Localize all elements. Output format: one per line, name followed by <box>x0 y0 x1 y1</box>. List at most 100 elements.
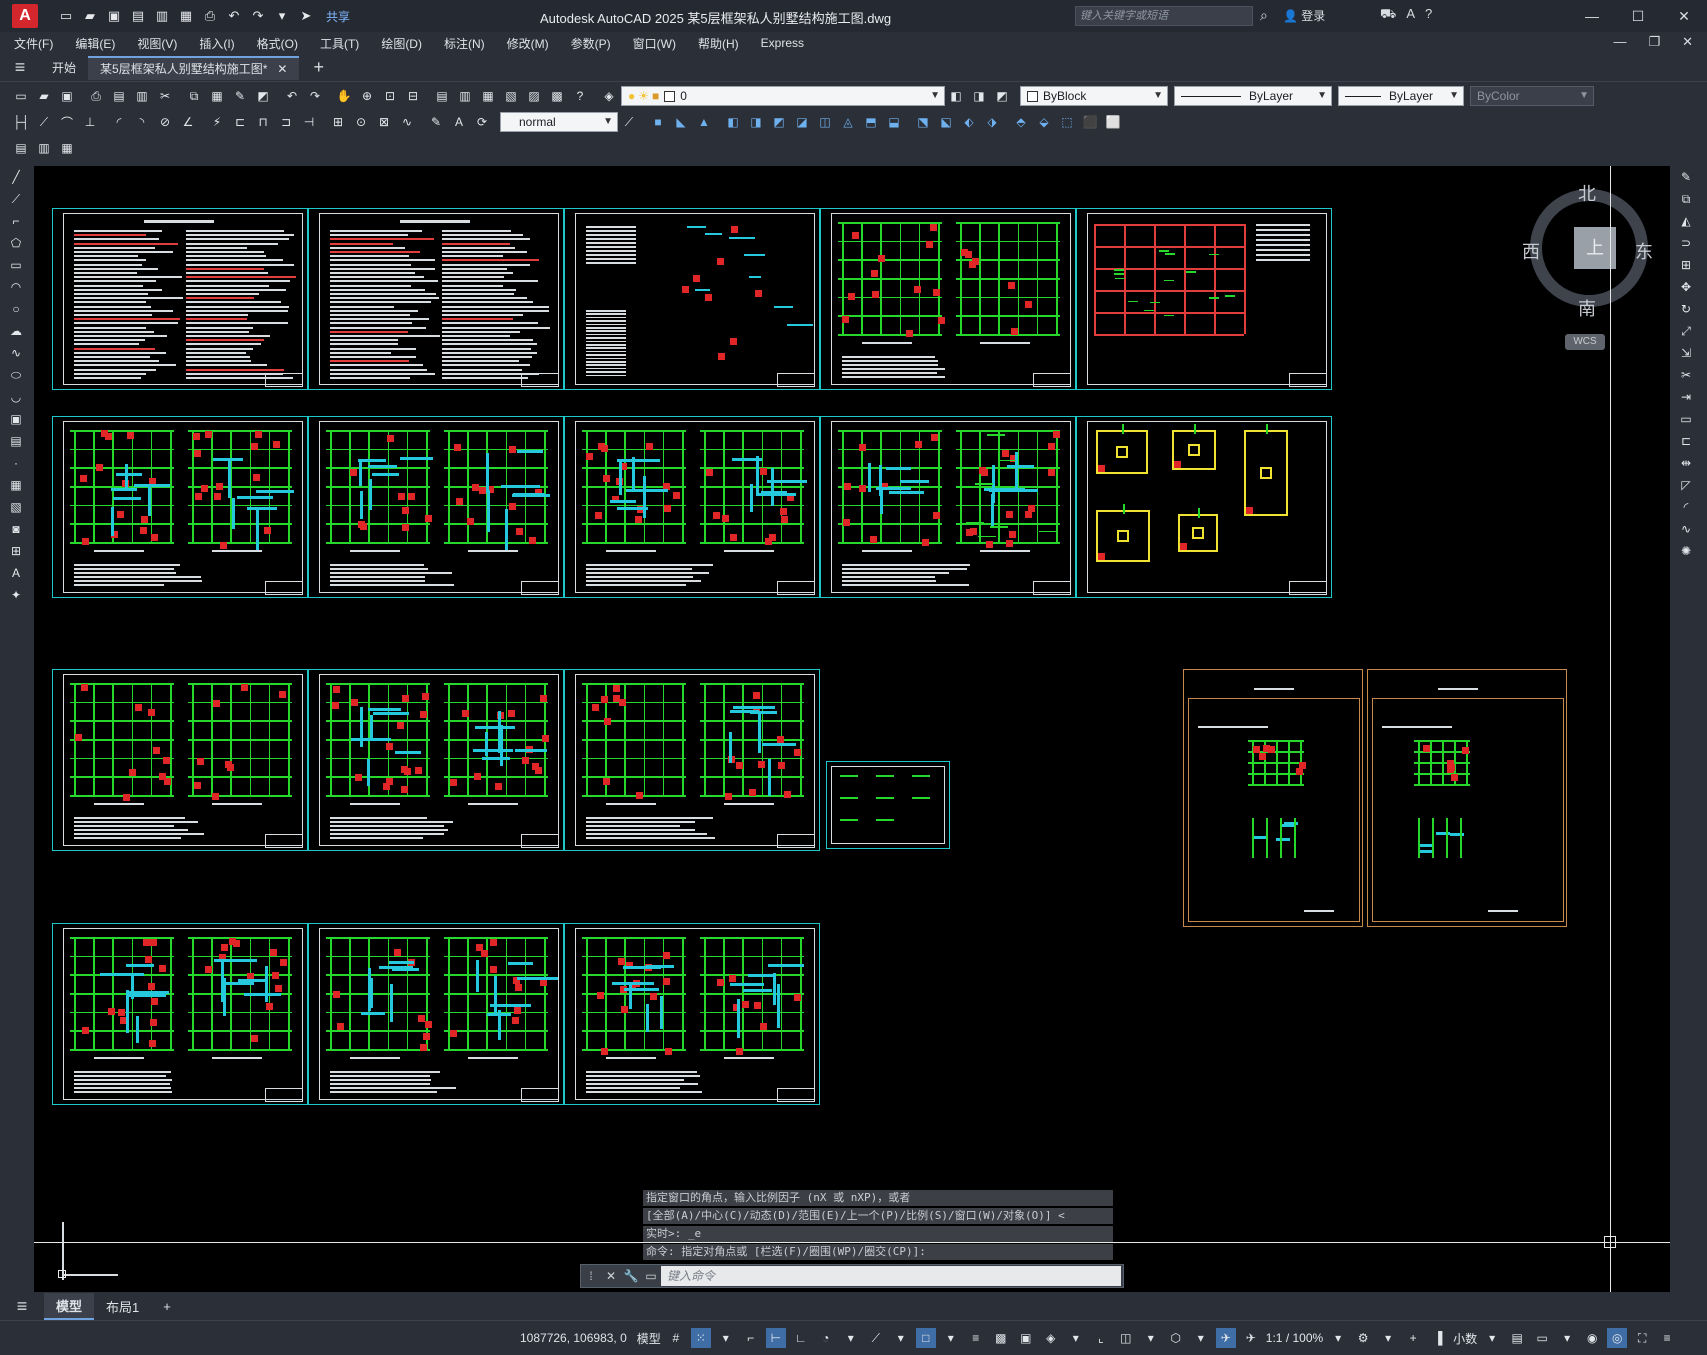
ellipse-arc-tool-icon[interactable]: ◡ <box>6 386 26 408</box>
table-tool-icon[interactable]: ⊞ <box>6 540 26 562</box>
inspection-icon[interactable]: ⊠ <box>373 112 395 132</box>
gradient-tool-icon[interactable]: ▧ <box>6 496 26 518</box>
match-properties-icon[interactable]: ✎ <box>229 86 251 106</box>
align-3d-icon[interactable]: ⬚ <box>1056 112 1078 132</box>
isolate-objects-icon[interactable]: ◉ <box>1582 1328 1602 1348</box>
sheet-set-icon[interactable]: ▧ <box>500 86 522 106</box>
qnew-icon[interactable]: ▭ <box>10 86 32 106</box>
open-icon[interactable]: ▰ <box>80 6 100 26</box>
dim-break-icon[interactable]: ⊣ <box>298 112 320 132</box>
revolve-icon[interactable]: ⬓ <box>883 112 905 132</box>
solid-box-icon[interactable]: ■ <box>647 112 669 132</box>
3d-osnap-icon[interactable]: ◈ <box>1041 1328 1061 1348</box>
open-file-icon[interactable]: ▰ <box>33 86 55 106</box>
snap-icon[interactable]: ⁙ <box>690 1328 711 1348</box>
coordinate-readout[interactable]: 1087726, 106983, 0 <box>520 1331 627 1345</box>
scale-tool-icon[interactable]: ⤢ <box>1676 320 1696 342</box>
rotate-3d-icon[interactable]: ⬙ <box>1033 112 1055 132</box>
doc-minimize-icon[interactable]: — <box>1613 34 1626 50</box>
plot-icon[interactable]: ⎙ <box>200 6 220 26</box>
workspace-gear-icon[interactable]: ⚙ <box>1353 1328 1373 1348</box>
chevron-down-icon[interactable]: ▾ <box>841 1328 861 1348</box>
dim-style-select[interactable]: normal ▼ <box>500 112 618 132</box>
grid-icon[interactable]: # <box>666 1328 686 1348</box>
solid-cone-icon[interactable]: ▲ <box>693 112 715 132</box>
blend-tool-icon[interactable]: ∿ <box>1676 518 1696 540</box>
make-current-icon[interactable]: ◧ <box>945 86 967 106</box>
intersect-icon[interactable]: ◩ <box>768 112 790 132</box>
trim-tool-icon[interactable]: ✂ <box>1676 364 1696 386</box>
preview-icon[interactable]: ▤ <box>108 86 130 106</box>
menu-express[interactable]: Express <box>761 36 804 50</box>
rectangle-tool-icon[interactable]: ▭ <box>6 254 26 276</box>
layer-manager-icon[interactable]: ◈ <box>598 86 620 106</box>
model-space-button[interactable]: 模型 <box>637 1328 661 1348</box>
dim-space-icon[interactable]: ⊐ <box>275 112 297 132</box>
fillet-edge-icon[interactable]: ⬕ <box>935 112 957 132</box>
model-space-canvas[interactable] <box>34 166 1670 1292</box>
aligned-dim-icon[interactable]: ⟋ <box>33 112 55 132</box>
redo-icon[interactable]: ↷ <box>248 6 268 26</box>
ortho-icon[interactable]: ∟ <box>791 1328 811 1348</box>
menu-format[interactable]: 格式(O) <box>257 35 298 52</box>
linear-dim-icon[interactable]: ├┤ <box>10 112 32 132</box>
search-icon[interactable]: ⌕ <box>1260 7 1268 24</box>
dim-text-edit-icon[interactable]: A <box>448 112 470 132</box>
menu-view[interactable]: 视图(V) <box>137 35 177 52</box>
annotation-visibility-icon[interactable]: ✈ <box>1215 1328 1236 1348</box>
tab-model[interactable]: 模型 <box>44 1292 95 1320</box>
selection-filter-icon[interactable]: ◫ <box>1116 1328 1136 1348</box>
dim-update-icon[interactable]: ⟳ <box>471 112 493 132</box>
lineweight-select[interactable]: ByLayer ▼ <box>1338 86 1464 106</box>
annotation-scale-button[interactable]: 1:1 / 100% <box>1266 1328 1323 1348</box>
explode-tool-icon[interactable]: ✺ <box>1676 540 1696 562</box>
chevron-down-icon[interactable]: ▾ <box>1378 1328 1398 1348</box>
menu-help[interactable]: 帮助(H) <box>698 35 739 52</box>
new-tab-icon[interactable]: + <box>313 57 324 78</box>
diameter-dim-icon[interactable]: ⊘ <box>154 112 176 132</box>
compass-north[interactable]: 北 <box>1578 180 1596 206</box>
tab-document[interactable]: 某5层框架私人别墅结构施工图* ✕ <box>88 55 300 80</box>
chevron-down-icon[interactable]: ▾ <box>716 1328 736 1348</box>
copy-tool-icon[interactable]: ⧉ <box>1676 188 1696 210</box>
isodraft-icon[interactable]: ⟋ <box>866 1328 886 1348</box>
menu-edit[interactable]: 编辑(E) <box>75 35 115 52</box>
menu-parametric[interactable]: 参数(P) <box>571 35 611 52</box>
tolerance-icon[interactable]: ⊞ <box>327 112 349 132</box>
undo-icon[interactable]: ↶ <box>224 6 244 26</box>
extrude-icon[interactable]: ⬒ <box>860 112 882 132</box>
offset-tool-icon[interactable]: ⊃ <box>1676 232 1696 254</box>
command-input[interactable]: 键入命令 <box>661 1266 1121 1286</box>
arc-tool-icon[interactable]: ◠ <box>6 276 26 298</box>
close-cmd-icon[interactable]: ✕ <box>601 1269 621 1283</box>
union-icon[interactable]: ◧ <box>722 112 744 132</box>
color-select[interactable]: ByBlock ▼ <box>1020 86 1168 106</box>
pan-icon[interactable]: ✋ <box>333 86 355 106</box>
break-tool-icon[interactable]: ⊏ <box>1676 430 1696 452</box>
help-tb-icon[interactable]: ? <box>569 86 591 106</box>
hatch-tool-icon[interactable]: ▦ <box>6 474 26 496</box>
fillet-tool-icon[interactable]: ◜ <box>1676 496 1696 518</box>
interfere-icon[interactable]: ◪ <box>791 112 813 132</box>
tab-close-icon[interactable]: ✕ <box>277 62 287 76</box>
break-point-tool-icon[interactable]: ▭ <box>1676 408 1696 430</box>
save-icon[interactable]: ▣ <box>104 6 124 26</box>
block-editor-icon[interactable]: ◩ <box>252 86 274 106</box>
jogged-dim-icon[interactable]: ◝ <box>131 112 153 132</box>
design-center-icon[interactable]: ▥ <box>454 86 476 106</box>
zoom-previous-icon[interactable]: ⊟ <box>402 86 424 106</box>
customization-icon[interactable]: ≡ <box>1657 1328 1677 1348</box>
chamfer-edge-icon[interactable]: ⬖ <box>958 112 980 132</box>
open-web-icon[interactable]: ▥ <box>152 6 172 26</box>
cart-icon[interactable]: ⛟ <box>1380 6 1396 24</box>
customize-qat-icon[interactable]: ▾ <box>272 6 292 26</box>
section-icon[interactable]: ◬ <box>837 112 859 132</box>
polygon-tool-icon[interactable]: ⬠ <box>6 232 26 254</box>
share-icon[interactable]: ➤ <box>296 6 316 26</box>
chevron-down-icon[interactable]: ▾ <box>1557 1328 1577 1348</box>
polar-icon[interactable]: ◔ <box>816 1328 836 1348</box>
chevron-down-icon[interactable]: ▾ <box>1191 1328 1211 1348</box>
subtract-icon[interactable]: ◨ <box>745 112 767 132</box>
autocad-logo[interactable]: A <box>12 4 38 28</box>
layer-previous-icon[interactable]: ◨ <box>968 86 990 106</box>
